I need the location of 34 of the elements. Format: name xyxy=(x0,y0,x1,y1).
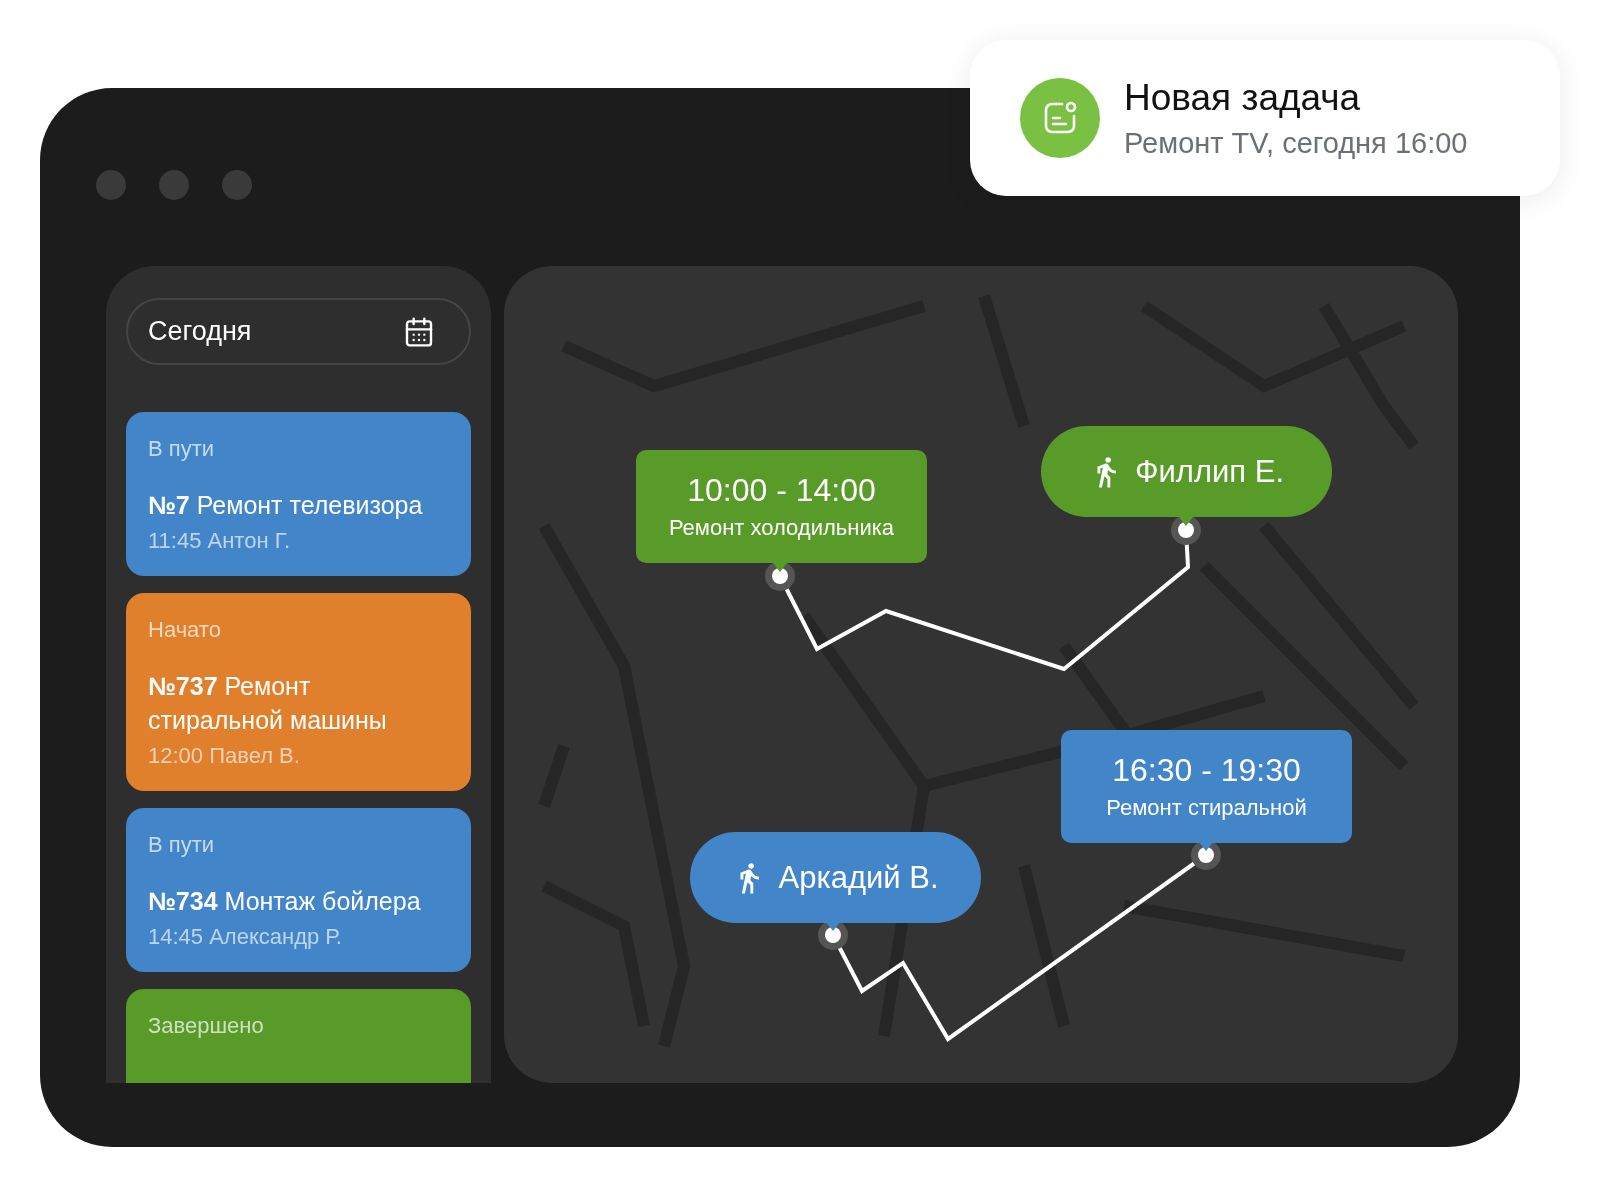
job-label: Ремонт холодильника xyxy=(668,515,895,541)
date-picker[interactable]: Сегодня xyxy=(126,298,471,365)
notification-title: Новая задача xyxy=(1124,76,1362,119)
map-pin[interactable] xyxy=(765,561,795,591)
date-value: Сегодня xyxy=(148,316,252,347)
time-range: 10:00 - 14:00 xyxy=(687,472,876,509)
task-details: 11:45 Антон Г. xyxy=(148,528,292,554)
calendar-icon xyxy=(403,315,435,348)
task-title: №734 Монтаж бойлера xyxy=(148,886,422,917)
task-card[interactable]: Начато №737 Ремонт стиральной машины 12:00 Павел В. xyxy=(126,593,471,791)
map-pin[interactable] xyxy=(1171,515,1201,545)
window-dot xyxy=(159,170,189,200)
window-dot xyxy=(222,170,252,200)
task-title: №737 Ремонт стиральной машины xyxy=(148,671,388,736)
window-dot xyxy=(96,170,126,200)
task-card[interactable]: Завершено xyxy=(126,989,471,1083)
technician-name: Филлип Е. xyxy=(1134,453,1285,490)
time-slot-marker[interactable]: 10:00 - 14:00 Ремонт холодильника xyxy=(636,450,927,563)
task-status: В пути xyxy=(148,832,216,858)
job-label: Ремонт стиральной xyxy=(1106,795,1307,821)
task-title: №7 Ремонт телевизора xyxy=(148,490,424,521)
technician-marker[interactable]: Филлип Е. xyxy=(1041,426,1332,517)
task-details: 14:45 Александр Р. xyxy=(148,924,343,950)
task-status: Завершено xyxy=(148,1013,265,1039)
technician-name: Аркадий В. xyxy=(778,859,939,896)
task-status: Начато xyxy=(148,617,222,643)
time-slot-marker[interactable]: 16:30 - 19:30 Ремонт стиральной xyxy=(1061,730,1352,843)
notification-subtitle: Ремонт TV, сегодня 16:00 xyxy=(1124,126,1468,160)
technician-marker[interactable]: Аркадий В. xyxy=(690,832,981,923)
time-range: 16:30 - 19:30 xyxy=(1112,752,1301,789)
task-status: В пути xyxy=(148,436,216,462)
task-card[interactable]: В пути №7 Ремонт телевизора 11:45 Антон Г. xyxy=(126,412,471,576)
task-details: 12:00 Павел В. xyxy=(148,743,301,769)
task-card[interactable]: В пути №734 Монтаж бойлера 14:45 Александр Р. xyxy=(126,808,471,972)
